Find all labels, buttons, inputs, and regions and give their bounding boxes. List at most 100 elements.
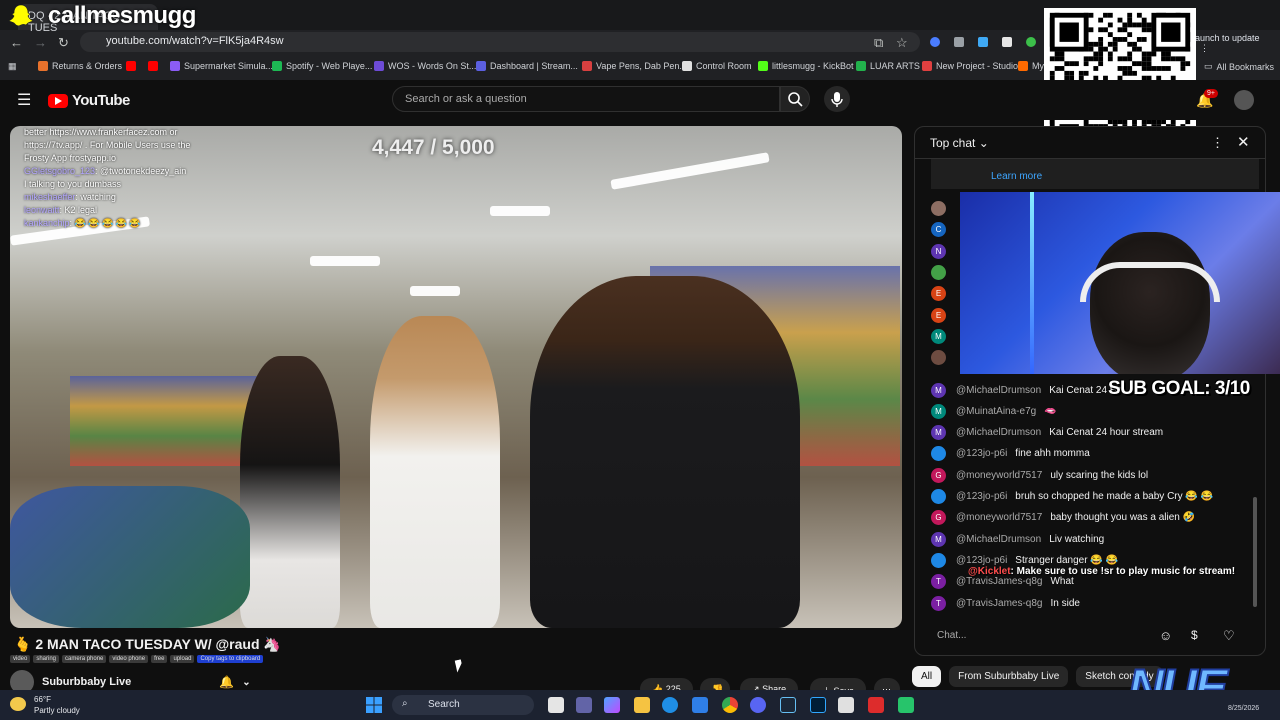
chat-author-name[interactable]: @MichaelDrumson xyxy=(956,385,1041,396)
video-tag[interactable]: sharing xyxy=(33,655,60,663)
chat-author-avatar[interactable]: C xyxy=(931,222,946,238)
chat-menu-icon[interactable]: ⋮ xyxy=(1211,135,1224,151)
notifications-button[interactable]: 🔔 9+ xyxy=(1196,89,1218,110)
discord-icon[interactable] xyxy=(750,697,766,713)
chat-input[interactable]: Chat... xyxy=(925,623,1165,649)
video-tag[interactable]: video xyxy=(10,655,31,663)
chat-author-avatar[interactable]: E xyxy=(931,307,946,323)
bookmark-item[interactable]: Control Room xyxy=(682,61,752,71)
voice-search-button[interactable] xyxy=(824,86,850,112)
extension-icon[interactable] xyxy=(1002,37,1012,47)
close-icon[interactable]: ✕ xyxy=(1237,133,1250,151)
task-view-icon[interactable] xyxy=(548,697,564,713)
chat-author-avatar[interactable] xyxy=(931,350,946,366)
copilot-icon[interactable] xyxy=(604,697,620,713)
chat-author-avatar[interactable]: M xyxy=(931,425,946,441)
learn-more-link[interactable]: Learn more xyxy=(991,171,1042,182)
weather-widget[interactable]: 66°F Partly cloudy xyxy=(34,694,80,716)
reload-icon[interactable]: ↻ xyxy=(58,35,69,51)
store-icon[interactable] xyxy=(692,697,708,713)
top-chat-dropdown[interactable]: Top chat xyxy=(930,136,975,150)
bookmark-item[interactable]: Supermarket Simula... xyxy=(170,61,273,71)
chat-author-avatar[interactable]: T xyxy=(931,595,946,611)
search-button[interactable] xyxy=(780,86,810,112)
chat-author-name[interactable]: @MichaelDrumson xyxy=(956,427,1041,438)
chat-author-avatar[interactable] xyxy=(931,552,946,568)
chat-author-avatar[interactable]: T xyxy=(931,574,946,590)
teams-icon[interactable] xyxy=(576,697,592,713)
extension-icon[interactable] xyxy=(1026,37,1036,47)
chat-author-avatar[interactable]: N xyxy=(931,243,946,259)
bookmark-item[interactable]: Vape Pens, Dab Pen... xyxy=(582,61,687,71)
bookmark-star-icon[interactable]: ☆ xyxy=(896,35,908,51)
copy-tags-button[interactable]: Copy tags to clipboard xyxy=(197,655,264,663)
extension-icon[interactable] xyxy=(954,37,964,47)
chat-author-name[interactable]: @MichaelDrumson xyxy=(956,534,1041,545)
chat-author-name[interactable]: @123jo-p6i xyxy=(956,491,1007,502)
chat-author-avatar[interactable]: M xyxy=(931,531,946,547)
extension-icon[interactable] xyxy=(978,37,988,47)
youtube-logo[interactable]: YouTube xyxy=(48,92,130,109)
more-menu-icon[interactable]: ⋮ xyxy=(1200,43,1209,53)
app-icon[interactable] xyxy=(898,697,914,713)
chat-author-avatar[interactable] xyxy=(931,489,946,504)
filter-chip[interactable]: All xyxy=(912,666,942,687)
chat-author-name[interactable]: @123jo-p6i xyxy=(956,555,1007,566)
chat-author-name[interactable]: @TravisJames-q8g xyxy=(956,576,1042,587)
video-tag[interactable]: upload xyxy=(170,655,195,663)
edge-icon[interactable] xyxy=(662,697,678,713)
emoji-icon[interactable]: ☺ xyxy=(1159,628,1172,643)
chat-author-avatar[interactable] xyxy=(931,264,946,280)
super-chat-icon[interactable]: $ xyxy=(1191,628,1198,642)
bookmark-item[interactable]: LUAR ARTS xyxy=(856,61,920,71)
chat-author-name[interactable]: @moneyworld7517 xyxy=(956,512,1042,523)
bookmark-item[interactable]: littlesmugg - KickBot xyxy=(758,61,854,71)
back-icon[interactable]: ← xyxy=(10,35,23,50)
chat-author-avatar[interactable]: M xyxy=(931,403,946,419)
photoshop-icon[interactable] xyxy=(810,697,826,713)
apps-grid-icon[interactable]: ▦ xyxy=(8,61,17,72)
account-avatar[interactable] xyxy=(1234,90,1254,110)
video-tag[interactable]: free xyxy=(151,655,168,663)
file-explorer-icon[interactable] xyxy=(634,697,650,713)
chat-author-avatar[interactable] xyxy=(931,201,946,216)
bookmark-item[interactable]: WOS - Words On St... xyxy=(374,61,476,71)
install-app-icon[interactable]: ⧉ xyxy=(874,35,883,51)
chrome-icon[interactable] xyxy=(722,697,738,713)
extension-icon[interactable] xyxy=(930,37,940,47)
notification-bell-icon[interactable]: 🔔 xyxy=(219,675,234,689)
video-player[interactable]: 4,447 / 5,000 better https://www.franker… xyxy=(10,126,902,628)
notepad-icon[interactable] xyxy=(838,697,854,713)
taskbar-search[interactable]: ⌕ Search xyxy=(392,695,534,715)
chat-author-avatar[interactable] xyxy=(931,446,946,462)
windows-start-icon[interactable] xyxy=(366,697,382,713)
chat-author-name[interactable]: @moneyworld7517 xyxy=(956,470,1042,481)
chat-author-avatar[interactable]: G xyxy=(931,467,946,483)
bookmark-item[interactable]: Spotify - Web Playe... xyxy=(272,61,372,71)
hamburger-menu-icon[interactable]: ☰ xyxy=(17,90,31,110)
chevron-down-icon[interactable]: ⌄ xyxy=(979,136,989,150)
chat-author-avatar[interactable]: E xyxy=(931,286,946,302)
chat-author-name[interactable]: @MuinatAina-e7g xyxy=(956,406,1036,417)
search-input[interactable]: Search or ask a question xyxy=(392,86,780,112)
chat-author-avatar[interactable]: M xyxy=(931,328,946,344)
bookmark-item[interactable]: Returns & Orders xyxy=(38,61,122,71)
update-button[interactable]: Launch to update ⋮ xyxy=(1190,33,1280,54)
bookmark-item[interactable] xyxy=(148,61,162,71)
video-tag[interactable]: camera phone xyxy=(62,655,107,663)
bookmark-item[interactable] xyxy=(126,61,140,71)
chat-author-avatar[interactable]: G xyxy=(931,510,946,526)
address-bar[interactable]: youtube.com/watch?v=FlK5ja4R4sw xyxy=(80,32,920,52)
chat-scrollbar[interactable] xyxy=(1253,497,1257,607)
chat-author-avatar[interactable]: M xyxy=(931,382,946,398)
forward-icon[interactable]: → xyxy=(34,35,47,50)
heart-icon[interactable]: ♡ xyxy=(1223,628,1235,644)
steam-icon[interactable] xyxy=(780,697,796,713)
video-tag[interactable]: video phone xyxy=(109,655,149,663)
all-bookmarks-button[interactable]: ▭ All Bookmarks xyxy=(1204,61,1274,72)
chevron-down-icon[interactable]: ⌄ xyxy=(242,677,250,688)
channel-name[interactable]: Suburbbaby Live xyxy=(42,676,131,688)
bookmark-item[interactable]: New Project - Studio xyxy=(922,61,1018,71)
chat-author-name[interactable]: @TravisJames-q8g xyxy=(956,598,1042,609)
app-icon[interactable] xyxy=(868,697,884,713)
